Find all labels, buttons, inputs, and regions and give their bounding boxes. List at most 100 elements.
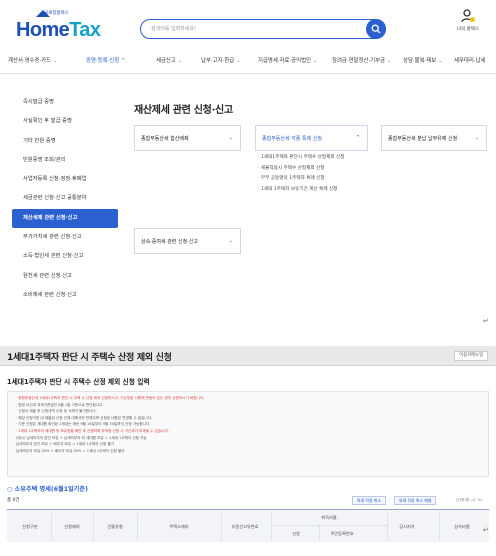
column-header: 주민등록번호 [330,531,354,536]
column-divider [387,513,388,541]
card-label: 종합부동산세 분납 납부유예 신청 [388,136,458,142]
gnb-label: 장려금·연말정산·기부금 [332,58,386,64]
gnb-label: 지급명세·자료·공익법인 [258,58,312,64]
section-title: ○ 소유주택 명세(6월1일기준) [7,486,88,493]
row-divider [271,525,387,526]
notice-line: · 법정 요건과 과세기준일인 6월 1일 기준으로 판단됩니다. [16,402,104,407]
lnb-item-vat[interactable]: 부가가치세 관련 신청·신고 [12,228,118,247]
notice-line: · 1세대 1주택자의 세대원 등 보유현황 확인 후 신청하며 부적정 신청 … [16,428,169,433]
chevron-down-icon: ⌄ [438,58,443,64]
application-form-screen: 1세대1주택자 판단 시 주택수 산정 제외 신청 이용자매뉴얼 1세대1주택자… [0,346,496,546]
card-label: 종합부동산세 각종 특례 신청 [262,136,322,142]
return-mark-icon: ↵ [483,317,489,325]
column-header: 주택소재지 [169,524,189,529]
column-divider [319,526,320,541]
page-root: 국세청홈택스 HomeTax 검색어를 입력하세요! 나의 홈택스 계산서·영수… [0,0,496,556]
gnb-label: 증명·등록·신청 [86,58,120,64]
logo-word-tax: Tax [69,19,101,41]
gnb-item-incentive[interactable]: 장려금·연말정산·기부금 ⌄ [332,56,391,64]
notice-line: · 신청서 제출 후 신청내역 수정 및 삭제가 불가합니다. [16,409,97,414]
notice-line: · 종합부동산세 1세대1주택자 판단 시 주택 수 산정 제외 신청하시고, … [16,396,205,400]
chevron-up-icon: ^ [355,135,360,141]
logo-word-home: Home [16,19,70,41]
gnb-item-consult[interactable]: 상담·불복·제보 ⌄ [403,56,442,64]
form-subtitle: 1세대1주택자 판단 시 주택수 산정 제외 신청 입력 [7,378,150,386]
lnb-item-instant-cert[interactable]: 즉시발급 증명 [12,93,118,112]
lnb-item-withholding[interactable]: 원천세 관련 신청·신고 [12,267,118,286]
my-hometax-label: 나의 홈택스 [456,27,480,32]
column-header: 취득비율 [321,515,337,520]
user-manual-button[interactable]: 이용자매뉴얼 [454,351,488,361]
gnb-item-certificate[interactable]: 증명·등록·신청 ^ [86,56,125,64]
column-header: 공시지가 [399,524,415,529]
column-header: 건물유형 [107,524,123,529]
top-header: 국세청홈택스 HomeTax 검색어를 입력하세요! 나의 홈택스 [0,0,496,48]
chevron-down-icon: ⌄ [228,238,233,244]
chevron-down-icon: ⌄ [53,58,58,64]
column-divider [93,513,94,541]
card-label: 상속·증여세 관련 신청·신고 [141,239,198,245]
search-box: 검색어를 입력하세요! [140,18,386,39]
side-menu: 즉시발급 증명 사실확인 후 발급 증명 기타 민원 증명 민원증명 조회/관리… [12,93,118,305]
card-exclusion[interactable]: 종합부동산세 합산배제 ⌄ [134,125,241,151]
chevron-down-icon: ⌄ [474,135,479,141]
special-case-submenu: · 1세대1주택자 판단시 주택수 산정제외 신청 · 세율적용시 주택수 산정… [258,154,368,197]
gnb-label: 세금신고 [156,58,176,64]
card-installment[interactable]: 종합부동산세 분납 납부유예 신청 ⌄ [381,125,487,151]
search-input[interactable]: 검색어를 입력하세요! [151,25,196,32]
column-header: 부동산고유번호 [231,524,259,529]
lnb-item-common-tax[interactable]: 세금관련 신청·신고 공통분야 [12,189,118,208]
lnb-item-consumption[interactable]: 소비제세 관련 신청·신고 [12,286,118,305]
chevron-up-icon: ^ [121,58,126,64]
chevron-down-icon: ⌄ [177,58,183,64]
notice-box: · 종합부동산세 1세대1주택자 판단 시 주택 수 산정 제외 신청하시고, … [7,391,489,477]
gnb-label: 납부·고지·환급 [201,58,235,64]
lnb-item-property-tax[interactable]: 재산세제 관련 신청·신고 [12,208,118,229]
lnb-item-business-reg[interactable]: 사업자등록 신청·정정·휴폐업 [12,170,118,189]
return-mark-icon: ↵ [483,526,489,534]
unit-note: (단위:원, ㎡, %) [456,498,483,502]
column-divider [137,513,138,541]
lnb-item-other-cert[interactable]: 기타 민원 증명 [12,132,118,151]
gnb-item-agent[interactable]: 세무대리·납세 [454,56,485,64]
column-divider [221,513,222,541]
column-header: 상속비율 [454,524,470,529]
user-icon [461,9,475,23]
my-hometax-button[interactable]: 나의 홈택스 [452,8,484,40]
chevron-down-icon: ⌄ [313,58,318,64]
lnb-item-verified-cert[interactable]: 사실확인 후 발급 증명 [12,112,118,131]
submenu-item-joint-owner[interactable]: · 부부 공동명의 1주택자 특례 신청 [258,175,368,186]
gnb-item-tax-report[interactable]: 세금신고 ⌄ [156,56,182,64]
hometax-menu-screen: 국세청홈택스 HomeTax 검색어를 입력하세요! 나의 홈택스 계산서·영수… [0,0,496,328]
gnb-item-statement[interactable]: 지급명세·자료·공익법인 ⌄ [258,56,317,64]
notice-line: · 해당 신청기한 내 제출된 신청 건에 대해서만 반영되며 신청된 내용은 … [16,415,153,420]
notice-line: · 기준 신청은 세대원 확인된 1세대는 매년 9월 16일부터 9월 30일… [16,422,151,427]
hometax-logo[interactable]: 국세청홈택스 HomeTax [14,8,101,42]
column-header: 신청제외 [64,524,80,529]
cancel-special-case-button[interactable]: 특례 적용 취소 [352,496,386,505]
gnb-label: 세무대리·납세 [454,58,486,64]
release-cancel-button[interactable]: 특례 적용 취소 해제 [394,496,437,505]
form-header: 1세대1주택자 판단 시 주택수 산정 제외 신청 이용자매뉴얼 [0,346,496,366]
search-icon [371,24,381,33]
gnb-item-payment[interactable]: 납부·고지·환급 ⌄ [201,56,240,64]
form-title: 1세대1주택자 판단 시 주택수 산정 제외 신청 [7,353,172,363]
search-button[interactable] [366,18,386,39]
card-label: 종합부동산세 합산배제 [141,136,189,142]
column-header: 신청 [292,531,300,536]
column-divider [271,513,272,541]
card-special-case[interactable]: 종합부동산세 각종 특례 신청 ^ [255,125,368,151]
card-inheritance[interactable]: 상속·증여세 관련 신청·신고 ⌄ [134,228,241,254]
column-divider [439,513,440,541]
submenu-item-rate-exclusion[interactable]: · 세율적용시 주택수 산정제외 신청 [258,165,368,176]
lnb-item-cert-manage[interactable]: 민원증명 조회/관리 [12,151,118,170]
submenu-item-holding-period[interactable]: · 1세대 1주택자 보유기간 계산 특례 신청 [258,186,368,197]
column-header: 신청구분 [22,524,38,529]
gnb-item-invoice[interactable]: 계산서·영수증·카드 ⌄ [8,56,57,64]
chevron-down-icon: ⌄ [236,58,241,64]
submenu-item-house-exclusion[interactable]: · 1세대1주택자 판단시 주택수 산정제외 신청 [258,154,368,165]
gnb-label: 상담·불복·제보 [403,58,437,64]
notice-line: 납세의무자 본인 보유 + 배우자 보유 = 1세대 1주택자 신청 불가 [16,442,115,447]
notice-line: 납세의무자 보유 50% + 배우자 보유 50% = 1세대 1주택자 신청 … [16,448,125,453]
lnb-item-income-tax[interactable]: 소득·법인세 관련 신청·신고 [12,247,118,266]
